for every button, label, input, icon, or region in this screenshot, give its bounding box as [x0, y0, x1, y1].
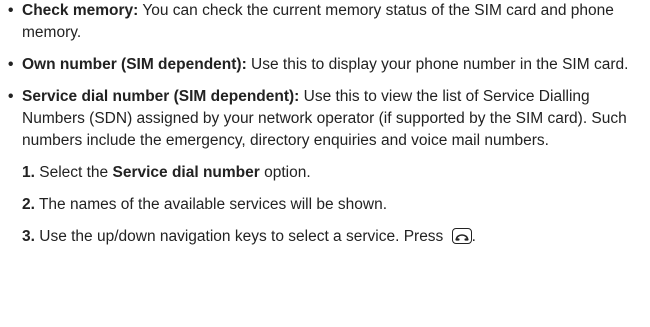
bullet-dot: •	[8, 2, 14, 19]
step-number: 2.	[22, 196, 35, 213]
step-text: Select the	[34, 164, 113, 181]
step-number: 1.	[22, 164, 35, 181]
bullet-check-memory: • Check memory: You can check the curren…	[0, 0, 650, 44]
step-text: option.	[259, 164, 311, 181]
bullet-service-dial-number: • Service dial number (SIM dependent): U…	[0, 86, 650, 152]
step-text: Use the up/down navigation keys to selec…	[34, 228, 448, 245]
call-send-key-icon	[451, 228, 472, 244]
steps-list: 1. Select the Service dial number option…	[0, 162, 650, 248]
bullet-dot: •	[8, 88, 14, 105]
step-1: 1. Select the Service dial number option…	[22, 162, 650, 184]
bullet-term: Own number (SIM dependent):	[22, 56, 247, 73]
step-option: Service dial number	[112, 164, 260, 181]
step-number: 3.	[22, 228, 35, 245]
step-end: .	[471, 228, 476, 245]
document-page: • Check memory: You can check the curren…	[0, 0, 650, 248]
bullet-text: Use this to display your phone number in…	[246, 56, 629, 73]
bullet-term: Service dial number (SIM dependent):	[22, 88, 300, 105]
bullet-own-number: • Own number (SIM dependent): Use this t…	[0, 54, 650, 76]
step-2: 2. The names of the available services w…	[22, 194, 650, 216]
step-text: The names of the available services will…	[34, 196, 388, 213]
bullet-term: Check memory:	[22, 2, 139, 19]
step-3: 3. Use the up/down navigation keys to se…	[22, 226, 650, 248]
bullet-dot: •	[8, 56, 14, 73]
